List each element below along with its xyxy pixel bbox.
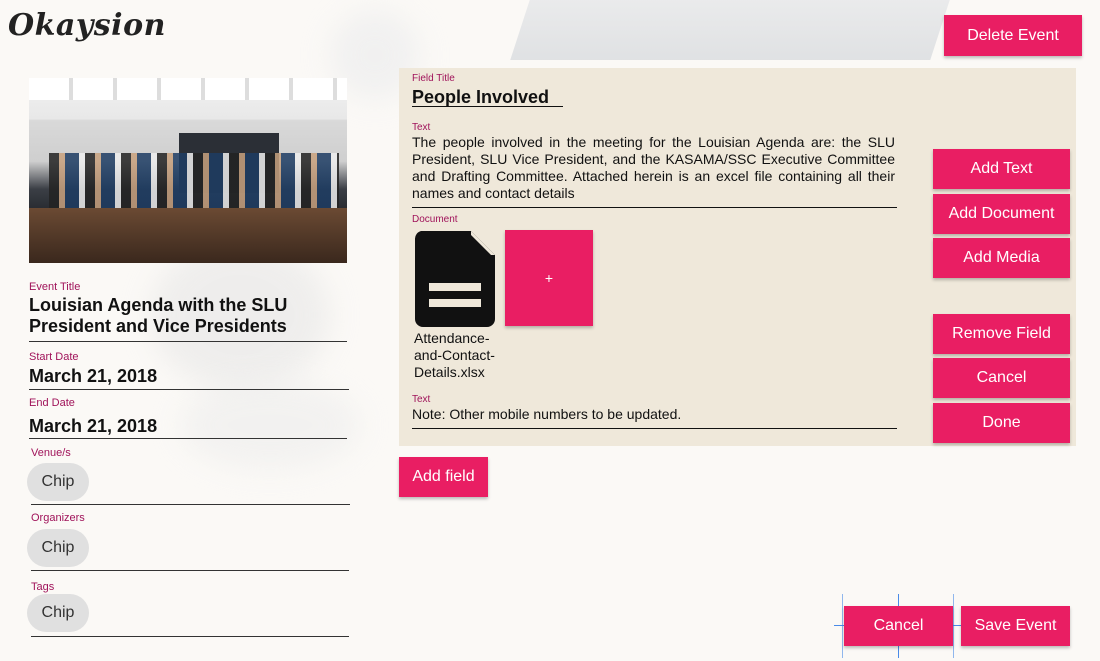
selection-guide — [898, 594, 899, 606]
add-media-button[interactable]: Add Media — [933, 238, 1070, 278]
selection-guide — [842, 594, 843, 658]
logo-text: Okaysion — [8, 8, 166, 43]
venues-underline — [31, 504, 350, 505]
background-book — [180, 380, 360, 470]
footer-cancel-button[interactable]: Cancel — [844, 606, 953, 646]
text1-textarea[interactable]: The people involved in the meeting for t… — [412, 134, 895, 202]
photo-ceiling — [29, 78, 347, 100]
background-laptop — [510, 0, 950, 60]
add-document-button[interactable]: Add Document — [933, 194, 1070, 234]
event-title-underline — [29, 341, 347, 342]
tag-chip[interactable]: Chip — [27, 594, 89, 632]
field-title-underline — [412, 106, 563, 107]
text1-label: Text — [412, 122, 431, 133]
venues-label: Venue/s — [31, 447, 71, 459]
delete-event-button[interactable]: Delete Event — [944, 15, 1082, 56]
add-text-button[interactable]: Add Text — [933, 149, 1070, 189]
document-filename: Attendance-and-Contact-Details.xlsx — [414, 330, 495, 380]
field-title-label: Field Title — [412, 73, 455, 84]
organizers-label: Organizers — [31, 512, 85, 524]
end-date-underline — [29, 438, 347, 439]
start-date-label: Start Date — [29, 351, 79, 363]
event-cover-photo[interactable] — [29, 78, 347, 263]
photo-people — [49, 153, 339, 213]
end-date-label: End Date — [29, 397, 75, 409]
end-date-input[interactable]: March 21, 2018 — [29, 416, 157, 437]
photo-table — [29, 208, 347, 263]
tags-label: Tags — [31, 581, 55, 593]
text2-underline — [412, 428, 897, 429]
field-cancel-button[interactable]: Cancel — [933, 358, 1070, 398]
selection-guide — [898, 646, 899, 658]
field-done-button[interactable]: Done — [933, 403, 1070, 443]
event-title-input[interactable]: Louisian Agenda with the SLU President a… — [29, 295, 339, 337]
file-document-icon[interactable] — [415, 231, 495, 327]
tags-underline — [31, 636, 349, 637]
field-title-input[interactable]: People Involved — [412, 87, 549, 108]
organizers-underline — [31, 570, 349, 571]
text2-textarea[interactable]: Note: Other mobile numbers to be updated… — [412, 406, 895, 423]
add-field-button[interactable]: Add field — [399, 457, 488, 497]
event-title-label: Event Title — [29, 281, 81, 293]
venue-chip[interactable]: Chip — [27, 463, 89, 501]
app-logo: Okaysion — [8, 8, 166, 43]
text2-label: Text — [412, 394, 431, 405]
start-date-input[interactable]: March 21, 2018 — [29, 366, 157, 387]
document-label: Document — [412, 214, 458, 225]
organizer-chip[interactable]: Chip — [27, 529, 89, 567]
text1-underline — [412, 207, 897, 208]
selection-guide — [953, 594, 954, 658]
start-date-underline — [29, 389, 349, 390]
add-document-plus-button[interactable]: + — [505, 230, 593, 326]
remove-field-button[interactable]: Remove Field — [933, 314, 1070, 354]
save-event-button[interactable]: Save Event — [961, 606, 1070, 646]
